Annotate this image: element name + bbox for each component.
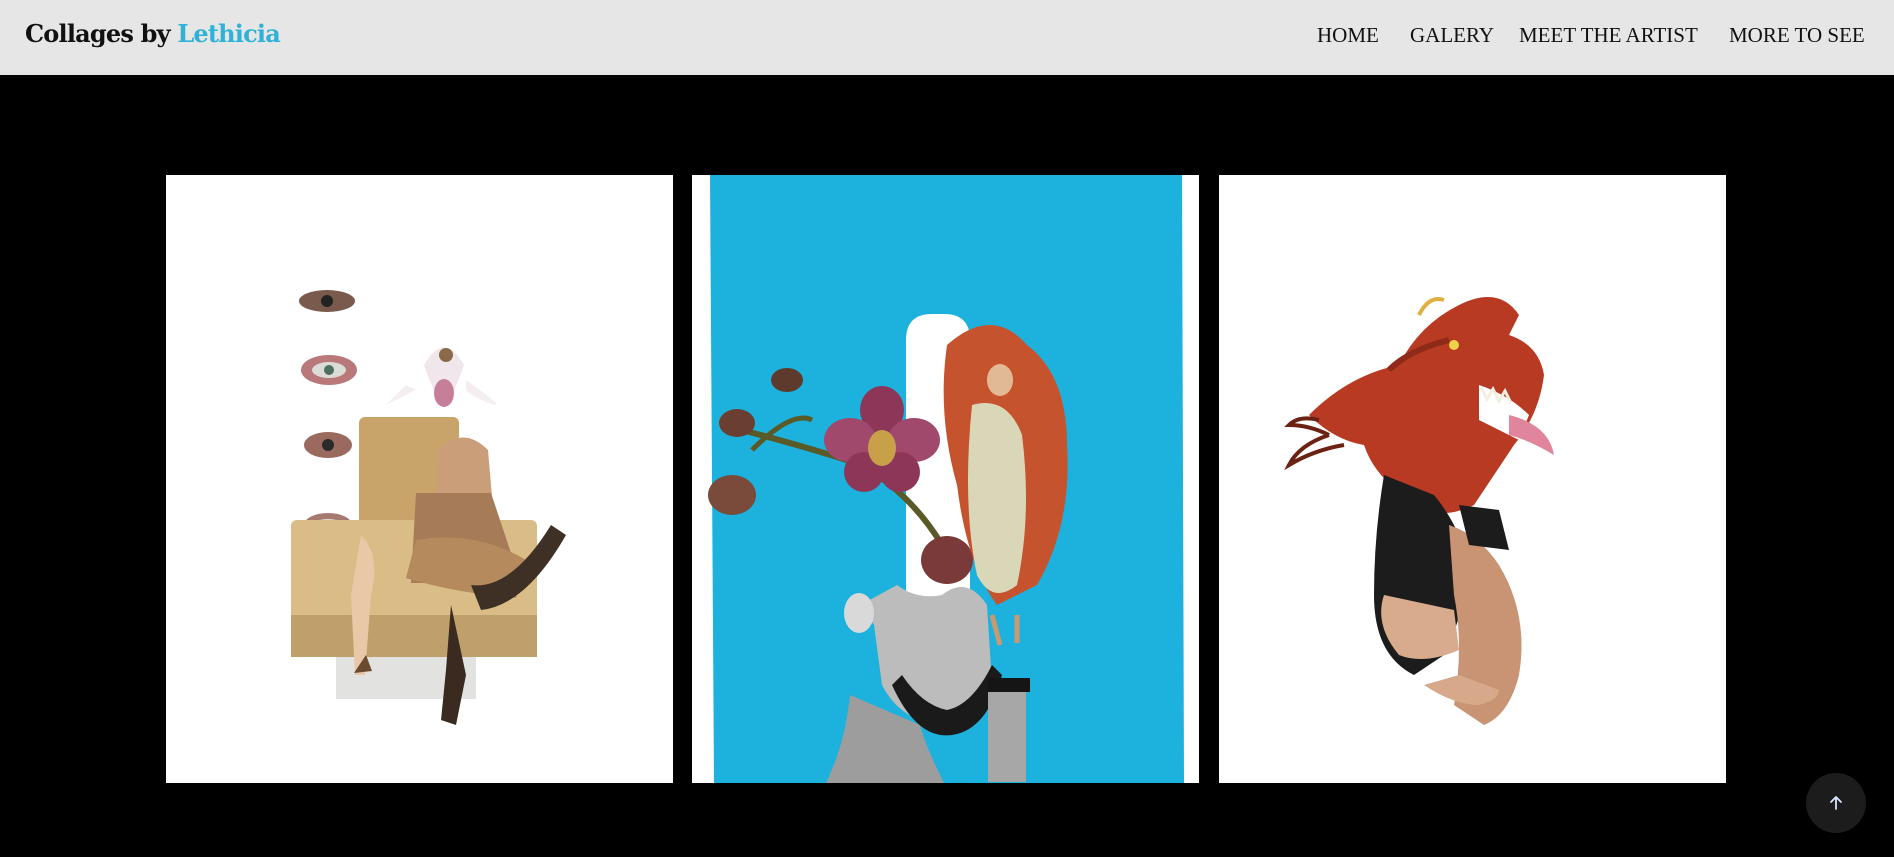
nav-more-to-see-link[interactable]: MORE TO SEE xyxy=(1729,23,1865,48)
navbar: Collages by Lethicia HOME GALERY MEET TH… xyxy=(0,0,1894,75)
nav-galery-link[interactable]: GALERY xyxy=(1410,23,1494,48)
collage-woman-armchair-eyes-image xyxy=(166,175,673,783)
brand-prefix: Collages by xyxy=(25,19,171,48)
brand-accent: Lethicia xyxy=(177,19,280,48)
nav-home-link[interactable]: HOME xyxy=(1317,23,1379,48)
scroll-to-top-button[interactable] xyxy=(1806,773,1866,833)
site-brand[interactable]: Collages by Lethicia xyxy=(25,19,281,48)
gallery-item-1[interactable] xyxy=(166,175,673,783)
collage-dragon-head-figure-image xyxy=(1219,175,1726,783)
gallery-item-3[interactable] xyxy=(1219,175,1726,783)
gallery-item-2[interactable] xyxy=(692,175,1199,783)
collage-orchid-blue-background-image xyxy=(692,175,1199,783)
nav-meet-the-artist-link[interactable]: MEET THE ARTIST xyxy=(1519,23,1698,48)
arrow-up-icon xyxy=(1830,796,1842,810)
